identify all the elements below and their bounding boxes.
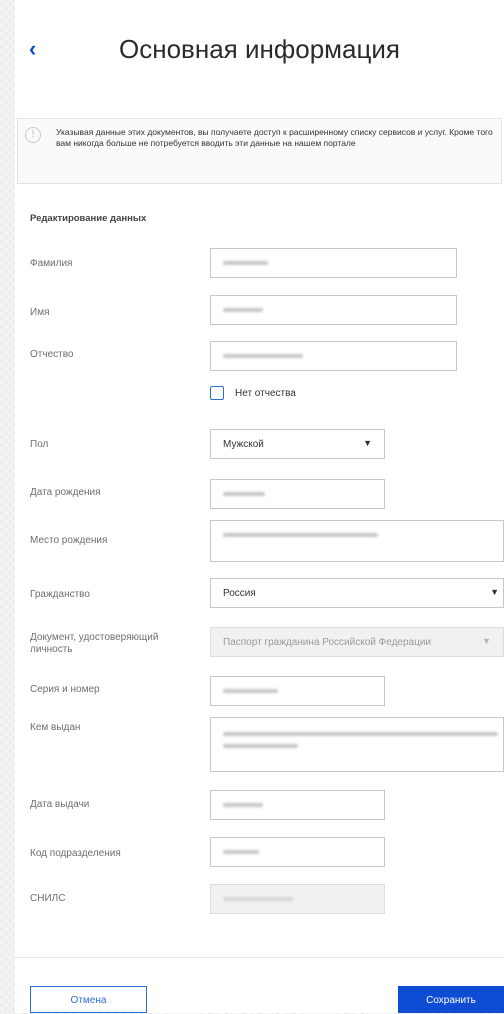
masked-value (223, 354, 303, 358)
series-number-input[interactable] (210, 676, 385, 706)
masked-value (223, 533, 378, 537)
gender-select[interactable]: Мужской ▼ (210, 429, 385, 459)
patronymic-input[interactable] (210, 341, 457, 371)
citizenship-value: Россия (223, 588, 256, 599)
birthplace-input[interactable] (210, 520, 504, 562)
patronymic-label: Отчество (30, 349, 74, 360)
masked-value (223, 308, 263, 312)
division-code-label: Код подразделения (30, 848, 121, 859)
cancel-button[interactable]: Отмена (30, 986, 147, 1013)
dropdown-arrow-icon: ▼ (363, 438, 372, 448)
masked-value (223, 744, 298, 748)
name-label: Имя (30, 307, 50, 318)
info-notice: ! Указывая данные этих документов, вы по… (17, 118, 502, 184)
main-card: ‹ Основная информация ! Указывая данные … (15, 0, 504, 1013)
surname-label: Фамилия (30, 258, 73, 269)
masked-value (223, 492, 265, 496)
divider (15, 957, 504, 958)
info-text: Указывая данные этих документов, вы полу… (56, 127, 493, 148)
save-button[interactable]: Сохранить (398, 986, 504, 1013)
division-code-input[interactable] (210, 837, 385, 867)
section-title: Редактирование данных (30, 213, 147, 224)
name-input[interactable] (210, 295, 457, 325)
citizenship-select[interactable]: Россия ▼ (210, 578, 504, 608)
document-value: Паспорт гражданина Российской Федерации (223, 637, 431, 648)
issue-date-input[interactable] (210, 790, 385, 820)
masked-value (223, 803, 263, 807)
surname-input[interactable] (210, 248, 457, 278)
gender-value: Мужской (223, 439, 264, 450)
birthdate-input[interactable] (210, 479, 385, 509)
citizenship-label: Гражданство (30, 589, 90, 600)
no-patronymic-checkbox[interactable] (210, 386, 224, 400)
issued-by-input[interactable] (210, 717, 504, 772)
masked-value (223, 850, 259, 854)
info-icon: ! (25, 127, 41, 143)
masked-value (223, 732, 498, 736)
masked-value (223, 897, 293, 901)
no-patronymic-label[interactable]: Нет отчества (235, 388, 296, 399)
dropdown-arrow-icon: ▼ (482, 636, 491, 646)
series-label: Серия и номер (30, 684, 100, 695)
document-select: Паспорт гражданина Российской Федерации … (210, 627, 504, 657)
issue-date-label: Дата выдачи (30, 799, 90, 810)
birthplace-label: Место рождения (30, 535, 108, 546)
issued-by-label: Кем выдан (30, 722, 81, 733)
masked-value (223, 689, 278, 693)
gender-label: Пол (30, 439, 49, 450)
snils-label: СНИЛС (30, 893, 66, 904)
snils-input (210, 884, 385, 914)
birthdate-label: Дата рождения (30, 487, 101, 498)
masked-value (223, 261, 268, 265)
document-label: Документ, удостоверяющий личность (30, 632, 159, 655)
page-title: Основная информация (119, 34, 400, 64)
dropdown-arrow-icon: ▼ (490, 587, 499, 597)
